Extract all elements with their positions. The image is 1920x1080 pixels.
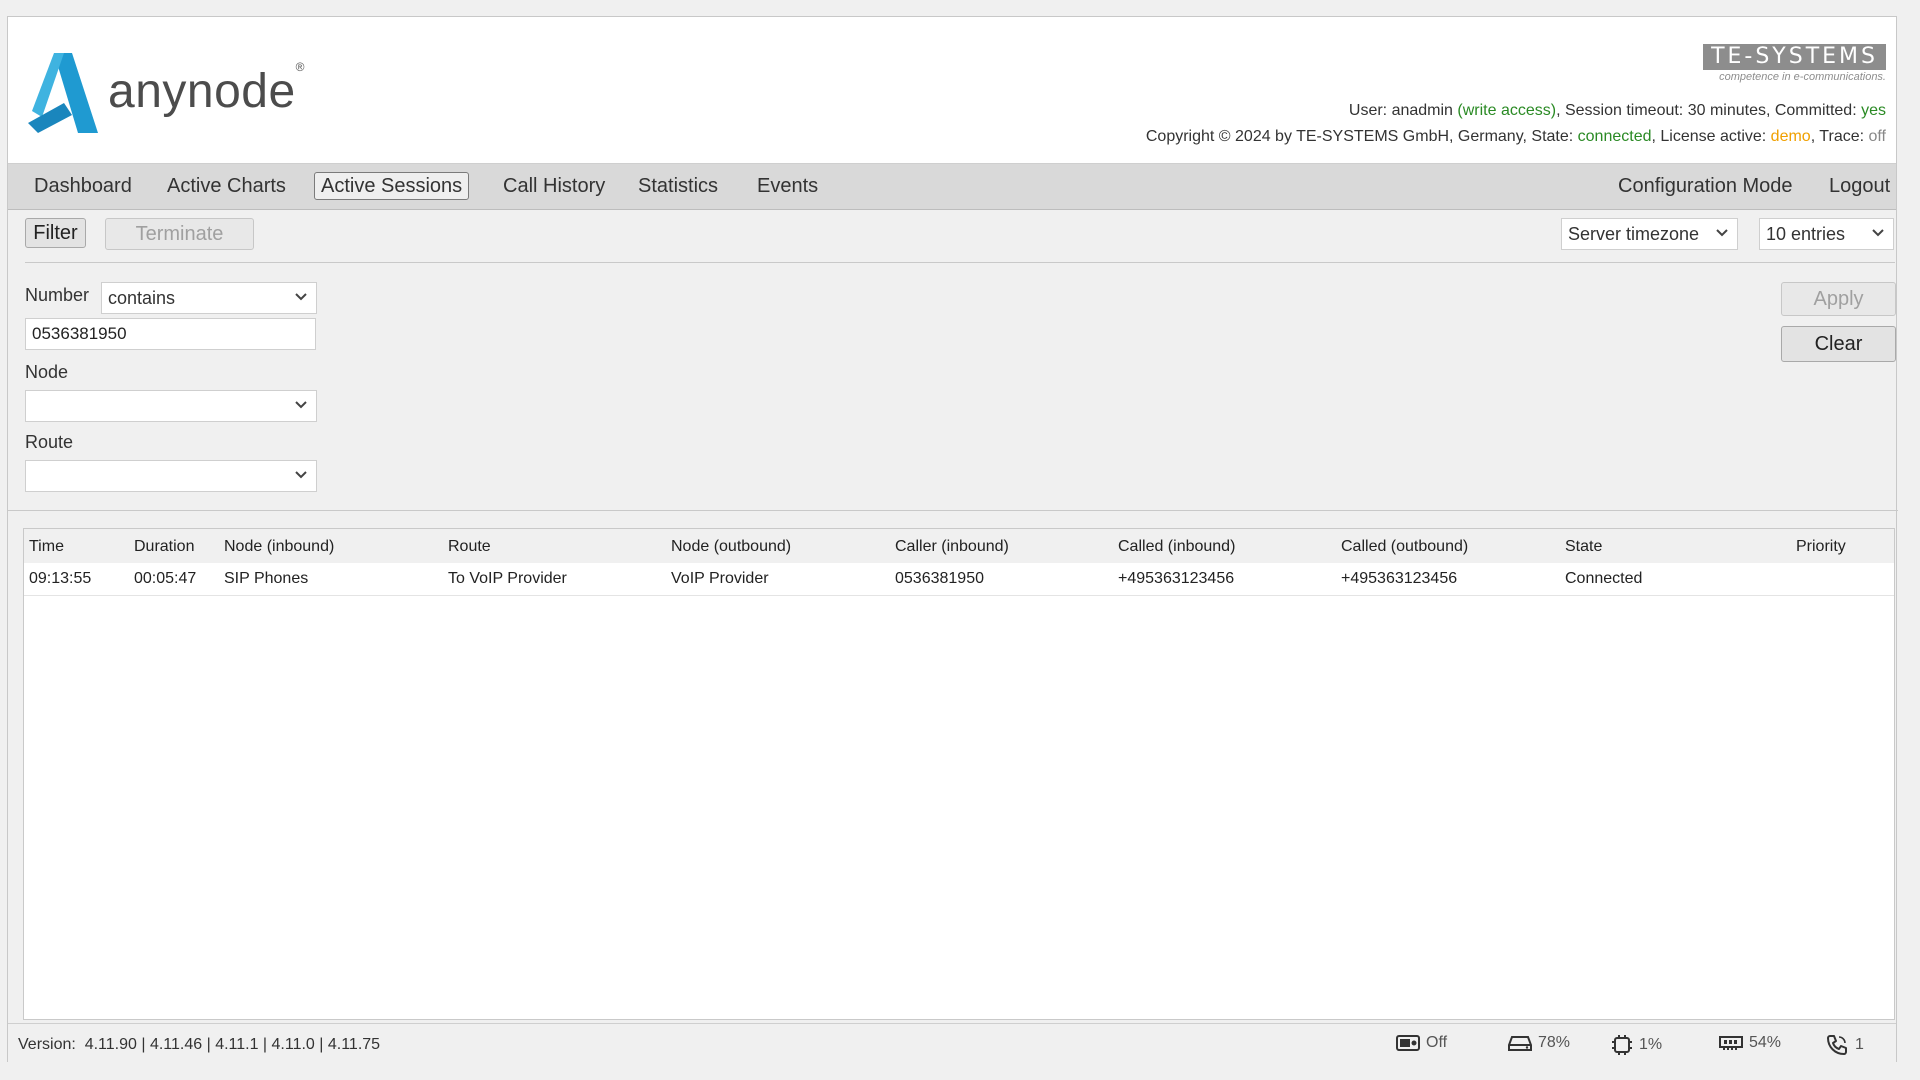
route-select[interactable] (25, 460, 317, 492)
col-node-inbound[interactable]: Node (inbound) (224, 538, 334, 556)
version-info: Version: 4.11.90 | 4.11.46 | 4.11.1 | 4.… (18, 1036, 381, 1053)
cell-caller-inbound: 0536381950 (895, 570, 984, 587)
nav-logout[interactable]: Logout (1823, 172, 1896, 200)
app-window: anynode® TE-SYSTEMS competence in e-comm… (7, 16, 1898, 1064)
route-label: Route (25, 432, 74, 452)
user-name: anadmin (1391, 102, 1453, 119)
nav-active-charts[interactable]: Active Charts (161, 172, 292, 200)
committed-status: yes (1861, 102, 1886, 119)
apply-button[interactable]: Apply (1781, 282, 1896, 316)
col-priority[interactable]: Priority (1796, 538, 1846, 556)
table-row[interactable]: 09:13:55 00:05:47 SIP Phones To VoIP Pro… (24, 563, 1894, 596)
recording-icon (1396, 1035, 1420, 1051)
phone-icon (1827, 1035, 1847, 1055)
connection-state: connected (1577, 128, 1652, 145)
cpu-icon (1612, 1035, 1632, 1055)
number-input[interactable]: 0536381950 (25, 318, 316, 350)
anynode-logo-icon (28, 53, 98, 133)
node-label: Node (25, 362, 69, 382)
hard-disk-icon (1508, 1036, 1532, 1051)
brand-tagline: competence in e-communications. (1719, 71, 1886, 83)
chevron-down-icon (1716, 229, 1728, 237)
nav-dashboard[interactable]: Dashboard (28, 172, 138, 200)
sessions-table: Time Duration Node (inbound) Route Node … (23, 528, 1895, 1020)
active-calls[interactable]: 1 (1825, 1034, 1864, 1056)
cell-node-outbound: VoIP Provider (671, 570, 769, 587)
version-numbers: 4.11.90 | 4.11.46 | 4.11.1 | 4.11.0 | 4.… (84, 1036, 381, 1053)
anynode-logo: anynode® (28, 43, 305, 133)
cell-route: To VoIP Provider (448, 570, 567, 587)
chevron-down-icon (295, 471, 307, 479)
filter-button[interactable]: Filter (25, 218, 86, 248)
clear-button[interactable]: Clear (1781, 326, 1896, 362)
nav-call-history[interactable]: Call History (497, 172, 611, 200)
logo-text: anynode® (108, 60, 306, 118)
te-systems-brand: TE-SYSTEMS competence in e-communication… (1703, 44, 1886, 83)
col-called-inbound[interactable]: Called (inbound) (1118, 538, 1235, 556)
recording-status[interactable]: Off (1396, 1034, 1447, 1052)
cell-node-inbound: SIP Phones (224, 570, 309, 587)
number-mode-select[interactable]: contains (101, 282, 317, 314)
entries-select[interactable]: 10 entries (1759, 218, 1894, 250)
license-status: demo (1770, 128, 1811, 145)
header: anynode® TE-SYSTEMS competence in e-comm… (8, 17, 1896, 164)
cell-time: 09:13:55 (29, 570, 92, 587)
timezone-select[interactable]: Server timezone (1561, 218, 1738, 250)
nav-configuration-mode[interactable]: Configuration Mode (1612, 172, 1799, 200)
chevron-down-icon (295, 401, 307, 409)
memory-usage[interactable]: 54% (1719, 1034, 1781, 1052)
system-info: Copyright © 2024 by TE-SYSTEMS GmbH, Ger… (1145, 128, 1887, 145)
main-nav: Dashboard Active Charts Active Sessions … (8, 164, 1896, 210)
col-caller-inbound[interactable]: Caller (inbound) (895, 538, 1009, 556)
nav-statistics[interactable]: Statistics (632, 172, 724, 200)
trace-status: off (1868, 128, 1887, 145)
toolbar-divider (25, 262, 1895, 263)
chevron-down-icon (1872, 229, 1884, 237)
number-label: Number (25, 285, 90, 305)
status-bar: Version: 4.11.90 | 4.11.46 | 4.11.1 | 4.… (8, 1023, 1896, 1064)
nav-events[interactable]: Events (751, 172, 824, 200)
cpu-usage[interactable]: 1% (1611, 1034, 1662, 1056)
col-duration[interactable]: Duration (134, 538, 194, 556)
col-called-outbound[interactable]: Called (outbound) (1341, 538, 1468, 556)
cell-state: Connected (1565, 570, 1643, 587)
col-node-outbound[interactable]: Node (outbound) (671, 538, 791, 556)
filter-divider (8, 510, 1898, 511)
table-header: Time Duration Node (inbound) Route Node … (24, 529, 1894, 563)
nav-active-sessions[interactable]: Active Sessions (314, 172, 470, 200)
cell-called-outbound: +495363123456 (1341, 570, 1458, 587)
cell-duration: 00:05:47 (134, 570, 197, 587)
session-info: User: anadmin (write access), Session ti… (1348, 102, 1886, 119)
brand-name: TE-SYSTEMS (1703, 44, 1886, 70)
col-route[interactable]: Route (448, 538, 491, 556)
node-select[interactable] (25, 390, 317, 422)
chevron-down-icon (295, 293, 307, 301)
col-state[interactable]: State (1565, 538, 1602, 556)
memory-icon (1719, 1036, 1743, 1050)
terminate-button[interactable]: Terminate (105, 218, 254, 250)
disk-usage[interactable]: 78% (1508, 1034, 1570, 1052)
cell-called-inbound: +495363123456 (1118, 570, 1235, 587)
col-time[interactable]: Time (29, 538, 64, 556)
user-access: (write access) (1457, 102, 1557, 119)
